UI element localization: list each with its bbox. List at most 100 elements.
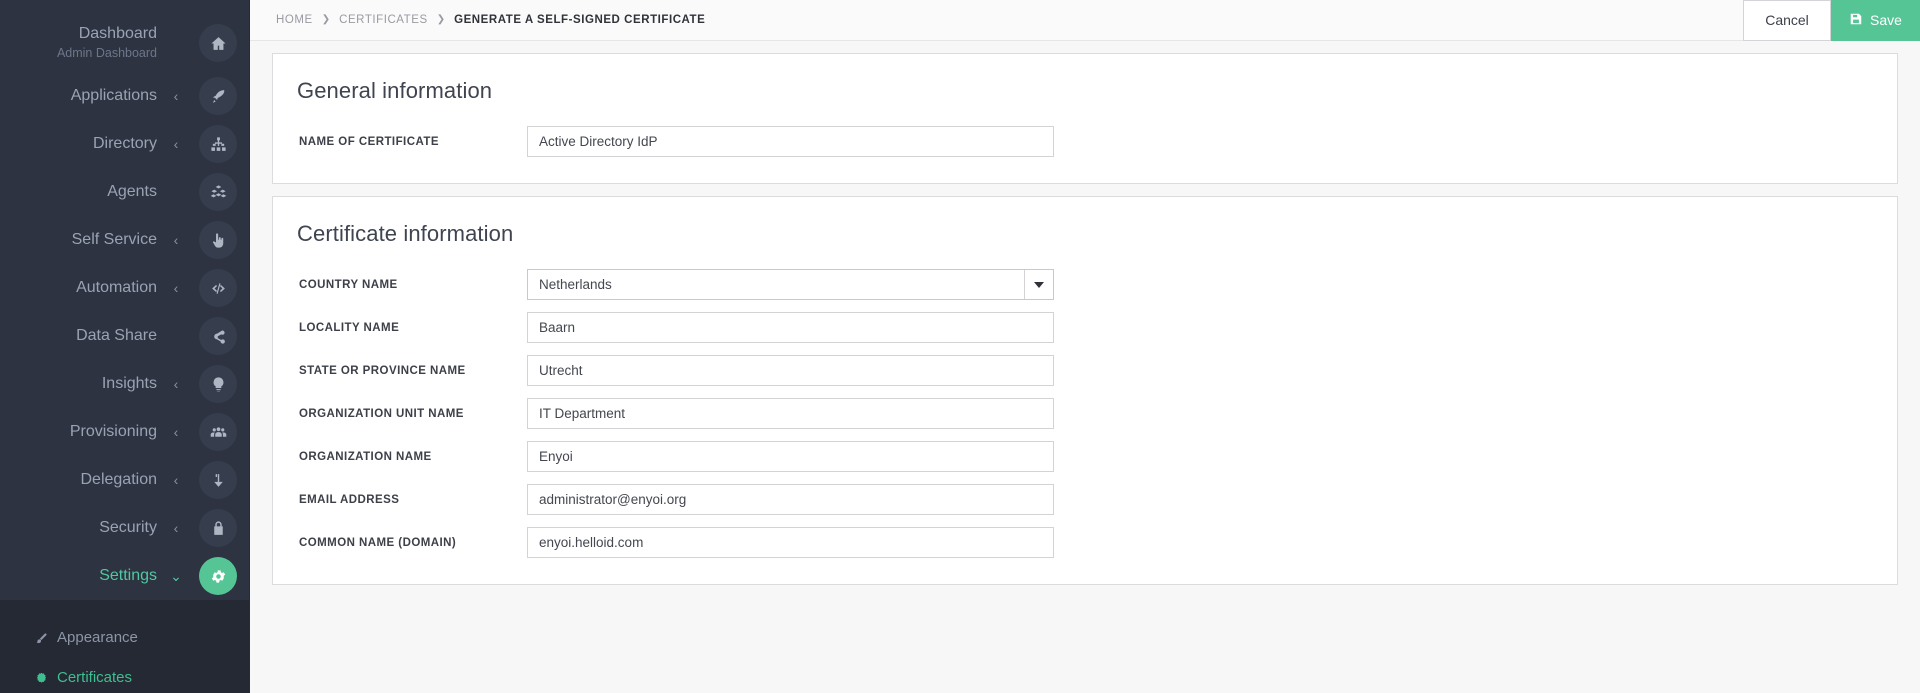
name-of-certificate-label: Name of certificate: [299, 135, 439, 148]
app-root: Dashboard Admin Dashboard Applications ‹: [0, 0, 1920, 693]
sidebar-item-labels: Automation: [76, 278, 157, 298]
sidebar-item-label: Data Share: [76, 327, 157, 344]
form-row-common-name-domain: Common name (domain): [273, 527, 1897, 558]
gear-icon: [199, 557, 237, 595]
chevron-left-icon[interactable]: ‹: [163, 377, 189, 391]
lightbulb-icon: [199, 365, 237, 403]
sidebar-item-security[interactable]: Security ‹: [0, 504, 249, 552]
chevron-down-icon[interactable]: ⌄: [163, 569, 189, 583]
common-name-domain-input[interactable]: [527, 527, 1054, 558]
country-name-label: Country name: [299, 278, 398, 291]
name-of-certificate-input[interactable]: [527, 126, 1054, 157]
main-area: Home ❯ Certificates ❯ Generate a self-si…: [250, 0, 1920, 693]
lock-icon: [199, 509, 237, 547]
breadcrumb-item-home[interactable]: Home: [276, 14, 313, 26]
sidebar-item-directory[interactable]: Directory ‹: [0, 120, 249, 168]
sidebar-item-label: Applications: [70, 87, 157, 104]
sidebar-item-label: Self Service: [71, 231, 157, 248]
sidebar-item-dashboard[interactable]: Dashboard Admin Dashboard: [0, 14, 249, 72]
save-button[interactable]: Save: [1831, 0, 1920, 41]
cancel-button[interactable]: Cancel: [1743, 0, 1831, 41]
sidebar-subitem-certificates[interactable]: Certificates: [0, 658, 249, 693]
sidebar-item-labels: Self Service: [72, 230, 157, 250]
sidebar-item-labels: Provisioning: [70, 422, 157, 442]
email-address-input[interactable]: [527, 484, 1054, 515]
sidebar-submenu-settings: Appearance Certificates: [0, 600, 249, 693]
save-icon: [1849, 12, 1863, 29]
sidebar-item-label: Directory: [92, 135, 157, 152]
common-name-domain-label: Common name (domain): [299, 536, 457, 549]
sidebar-item-applications[interactable]: Applications ‹: [0, 72, 249, 120]
sidebar-item-labels: Applications: [71, 86, 157, 106]
sidebar-item-delegation[interactable]: Delegation ‹: [0, 456, 249, 504]
sidebar-subitem-label: Certificates: [57, 669, 133, 686]
sidebar-item-label: Delegation: [80, 471, 158, 488]
home-icon: [199, 24, 237, 62]
breadcrumb: Home ❯ Certificates ❯ Generate a self-si…: [276, 14, 705, 26]
sidebar-item-settings[interactable]: Settings ⌄: [0, 552, 249, 600]
code-icon: [199, 269, 237, 307]
chevron-left-icon[interactable]: ‹: [163, 89, 189, 103]
chevron-left-icon[interactable]: ‹: [163, 233, 189, 247]
organization-name-input[interactable]: [527, 441, 1054, 472]
sidebar-item-labels: Insights: [102, 374, 157, 394]
form-row-organization-name: Organization name: [273, 441, 1897, 472]
sidebar-item-labels: Directory: [93, 134, 157, 154]
certificate-information-title: Certificate information: [297, 221, 514, 246]
topbar: Home ❯ Certificates ❯ Generate a self-si…: [250, 0, 1920, 41]
sidebar-subitem-label: Appearance: [57, 629, 138, 646]
sidebar-subitem-appearance[interactable]: Appearance: [0, 618, 249, 658]
form-row-state-or-province-name: State or province name: [273, 355, 1897, 386]
chevron-left-icon[interactable]: ‹: [163, 137, 189, 151]
locality-name-input[interactable]: [527, 312, 1054, 343]
sidebar-item-automation[interactable]: Automation ‹: [0, 264, 249, 312]
form-row-organization-unit-name: Organization unit name: [273, 398, 1897, 429]
organization-unit-name-input[interactable]: [527, 398, 1054, 429]
sidebar-item-provisioning[interactable]: Provisioning ‹: [0, 408, 249, 456]
organization-unit-name-label: Organization unit name: [299, 407, 464, 420]
topbar-actions: Cancel Save: [1743, 0, 1920, 41]
sitemap-icon: [199, 125, 237, 163]
sidebar-item-label: Automation: [76, 279, 157, 296]
form-row-name-of-certificate: Name of certificate: [273, 126, 1897, 157]
sidebar-item-insights[interactable]: Insights ‹: [0, 360, 249, 408]
certificate-icon: [34, 671, 48, 685]
save-button-label: Save: [1870, 12, 1902, 28]
form-row-country-name: Country name Netherlands: [273, 269, 1897, 300]
sidebar-item-label: Provisioning: [69, 423, 157, 440]
page-title: General information: [297, 78, 493, 103]
sidebar-item-labels: Delegation: [81, 470, 158, 490]
sidebar-item-label: Agents: [107, 183, 157, 200]
chevron-left-icon[interactable]: ‹: [163, 521, 189, 535]
sidebar-item-labels: Security: [99, 518, 157, 538]
form-row-email-address: Email address: [273, 484, 1897, 515]
certificate-information-card: Certificate information Country name Net…: [272, 196, 1898, 585]
country-name-select[interactable]: Netherlands: [527, 269, 1054, 300]
sidebar-item-self-service[interactable]: Self Service ‹: [0, 216, 249, 264]
paintbrush-icon: [34, 631, 48, 645]
chevron-left-icon[interactable]: ‹: [163, 473, 189, 487]
organization-name-label: Organization name: [299, 450, 432, 463]
form-row-locality-name: Locality name: [273, 312, 1897, 343]
sidebar-item-label: Dashboard: [78, 25, 157, 42]
chevron-down-icon[interactable]: [1024, 270, 1053, 299]
sidebar-item-labels: Data Share: [76, 326, 157, 346]
sidebar-item-agents[interactable]: Agents: [0, 168, 249, 216]
sidebar-item-labels: Settings: [99, 566, 157, 586]
arrow-turn-down-icon: [199, 461, 237, 499]
country-name-value: Netherlands: [539, 277, 612, 292]
chevron-left-icon[interactable]: ‹: [163, 281, 189, 295]
chevron-right-icon: ❯: [321, 14, 331, 25]
sidebar-item-label: Insights: [101, 375, 157, 392]
content-area: General information Name of certificate …: [250, 41, 1920, 693]
breadcrumb-item-certificates[interactable]: Certificates: [339, 14, 428, 26]
state-or-province-name-input[interactable]: [527, 355, 1054, 386]
users-icon: [199, 413, 237, 451]
state-or-province-name-label: State or province name: [299, 364, 466, 377]
sidebar-item-data-share[interactable]: Data Share: [0, 312, 249, 360]
sidebar-item-label: Security: [99, 519, 157, 536]
breadcrumb-item-current: Generate a self-signed certificate: [454, 14, 706, 26]
chevron-left-icon[interactable]: ‹: [163, 425, 189, 439]
email-address-label: Email address: [299, 493, 400, 506]
sidebar: Dashboard Admin Dashboard Applications ‹: [0, 0, 250, 693]
